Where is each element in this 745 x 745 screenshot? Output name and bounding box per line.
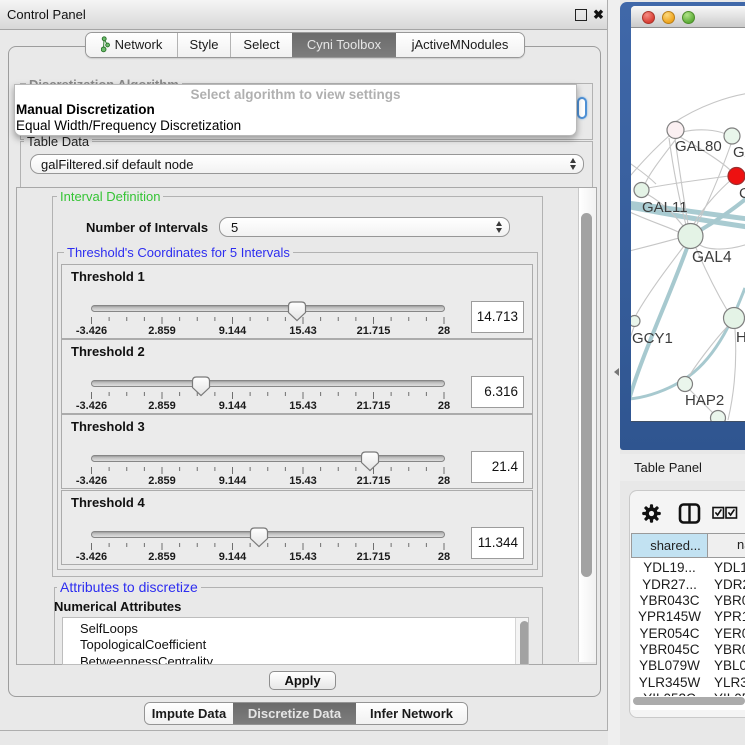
svg-text:21.715: 21.715: [357, 400, 391, 412]
svg-text:GAL80: GAL80: [675, 138, 722, 155]
svg-text:2.859: 2.859: [148, 475, 176, 487]
svg-text:-3.426: -3.426: [76, 475, 107, 487]
svg-text:GAL4: GAL4: [692, 249, 732, 266]
svg-text:9.144: 9.144: [219, 325, 247, 337]
svg-text:9.144: 9.144: [219, 475, 247, 487]
svg-text:28: 28: [438, 475, 450, 487]
svg-text:GCY1: GCY1: [632, 330, 673, 347]
svg-text:H: H: [736, 329, 745, 346]
svg-text:28: 28: [438, 551, 450, 563]
svg-text:-3.426: -3.426: [76, 325, 107, 337]
svg-text:-3.426: -3.426: [76, 551, 107, 563]
svg-text:GA: GA: [733, 144, 745, 161]
svg-text:9.144: 9.144: [219, 400, 247, 412]
svg-text:CA: CA: [739, 185, 745, 202]
svg-text:15.43: 15.43: [289, 475, 317, 487]
svg-text:21.715: 21.715: [357, 551, 391, 563]
svg-text:21.715: 21.715: [357, 475, 391, 487]
svg-text:2.859: 2.859: [148, 400, 176, 412]
svg-text:21.715: 21.715: [357, 325, 391, 337]
svg-text:15.43: 15.43: [289, 400, 317, 412]
svg-text:2.859: 2.859: [148, 551, 176, 563]
svg-text:28: 28: [438, 325, 450, 337]
svg-text:-3.426: -3.426: [76, 400, 107, 412]
svg-text:9.144: 9.144: [219, 551, 247, 563]
svg-text:HAP2: HAP2: [685, 392, 724, 409]
svg-text:2.859: 2.859: [148, 325, 176, 337]
svg-text:15.43: 15.43: [289, 551, 317, 563]
svg-text:GAL11: GAL11: [642, 199, 688, 216]
svg-text:15.43: 15.43: [289, 325, 317, 337]
svg-text:28: 28: [438, 400, 450, 412]
